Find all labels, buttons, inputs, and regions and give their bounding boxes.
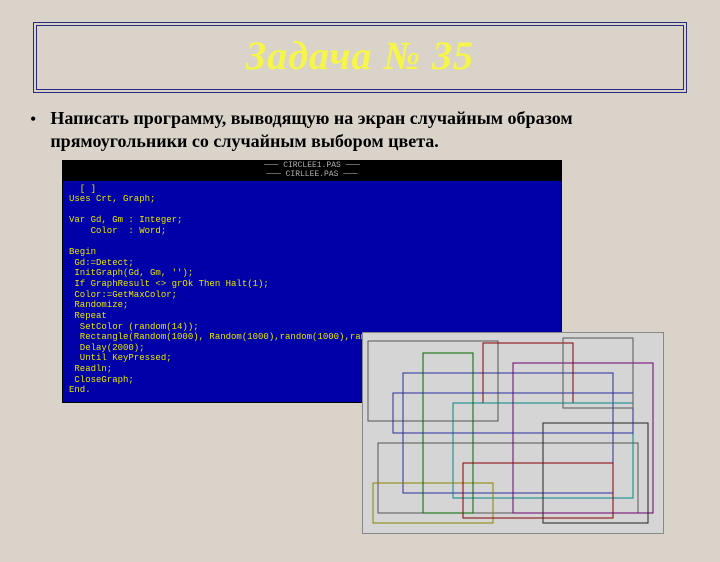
slide-title: Задача № 35 — [246, 33, 474, 78]
rectangles-svg — [363, 333, 663, 533]
ide-header-line1: ─── CIRCLEE1.PAS ─── — [264, 161, 360, 170]
task-text: Написать программу, выводящую на экран с… — [50, 107, 700, 152]
title-box: Задача № 35 — [33, 22, 687, 93]
ide-header: ─── CIRCLEE1.PAS ─── ─── CIRLLEE.PAS ─── — [63, 161, 561, 181]
task-bullet: • Написать программу, выводящую на экран… — [30, 107, 700, 152]
program-output-screenshot — [362, 332, 664, 534]
content-area: ─── CIRCLEE1.PAS ─── ─── CIRLLEE.PAS ───… — [62, 160, 720, 403]
bullet-dot: • — [30, 109, 36, 130]
ide-header-line2: ─── CIRLLEE.PAS ─── — [266, 170, 357, 179]
